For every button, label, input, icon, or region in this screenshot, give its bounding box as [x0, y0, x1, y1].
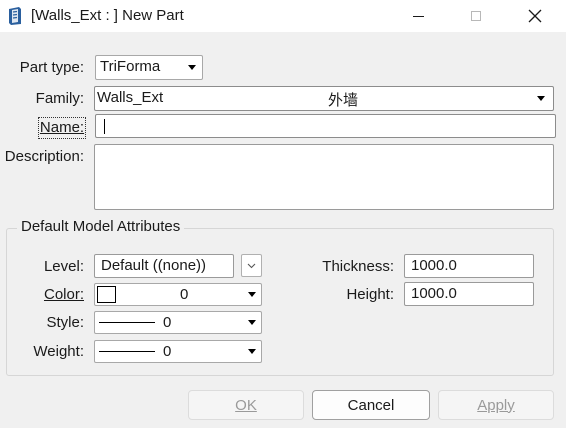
part-type-label: Part type:	[19, 59, 84, 76]
line-weight-sample	[99, 351, 155, 352]
ok-button-label: OK	[235, 396, 257, 414]
line-style-sample	[99, 322, 155, 323]
close-button[interactable]	[512, 0, 558, 32]
name-label-text: Name:	[39, 119, 85, 136]
description-label: Description:	[4, 148, 84, 165]
close-icon	[528, 9, 542, 23]
chevron-down-icon	[247, 263, 256, 269]
thickness-label: Thickness:	[322, 258, 394, 275]
minimize-icon	[412, 15, 424, 17]
weight-value: 0	[163, 343, 172, 360]
maximize-button[interactable]	[453, 0, 499, 32]
family-value: Walls_Ext	[97, 89, 164, 106]
level-picker-button[interactable]	[241, 254, 262, 277]
chevron-down-icon	[188, 65, 196, 70]
thickness-value: 1000.0	[411, 257, 457, 274]
level-field[interactable]: Default ((none))	[94, 254, 234, 278]
color-label: Color:	[0, 286, 84, 303]
cancel-button[interactable]: Cancel	[312, 390, 430, 420]
description-textarea[interactable]	[94, 144, 554, 210]
height-value: 1000.0	[411, 285, 457, 302]
height-input[interactable]: 1000.0	[404, 282, 534, 306]
style-label: Style:	[46, 314, 84, 331]
color-label-text: Color:	[43, 286, 84, 303]
color-dropdown[interactable]: 0	[94, 283, 262, 306]
name-input[interactable]	[95, 114, 556, 138]
ok-button[interactable]: OK	[188, 390, 304, 420]
chevron-down-icon	[248, 292, 256, 297]
apply-button[interactable]: Apply	[438, 390, 554, 420]
text-cursor	[104, 119, 105, 134]
family-label: Family:	[35, 90, 84, 107]
style-dropdown[interactable]: 0	[94, 311, 262, 334]
window-title: [Walls_Ext : ] New Part	[31, 7, 184, 24]
maximize-icon	[471, 11, 481, 21]
weight-label: Weight:	[33, 343, 84, 360]
level-value: Default ((none))	[101, 257, 207, 274]
color-value: 0	[180, 286, 189, 303]
chevron-down-icon	[248, 320, 256, 325]
height-label: Height:	[346, 286, 394, 303]
weight-dropdown[interactable]: 0	[94, 340, 262, 363]
chevron-down-icon	[537, 96, 545, 101]
apply-button-label: Apply	[477, 396, 515, 414]
thickness-input[interactable]: 1000.0	[404, 254, 534, 278]
minimize-button[interactable]	[395, 0, 441, 32]
chevron-down-icon	[248, 349, 256, 354]
name-label: Name:	[38, 117, 86, 139]
group-title: Default Model Attributes	[17, 218, 185, 235]
color-swatch	[97, 286, 116, 303]
level-label: Level:	[43, 258, 84, 275]
style-value: 0	[163, 314, 172, 331]
part-type-value: TriForma	[100, 58, 161, 75]
cancel-button-label: Cancel	[347, 396, 395, 414]
app-icon	[7, 6, 23, 26]
family-dropdown[interactable]: Walls_Ext 外墙	[94, 86, 554, 111]
part-type-dropdown[interactable]: TriForma	[95, 55, 203, 80]
family-secondary: 外墙	[328, 92, 359, 109]
